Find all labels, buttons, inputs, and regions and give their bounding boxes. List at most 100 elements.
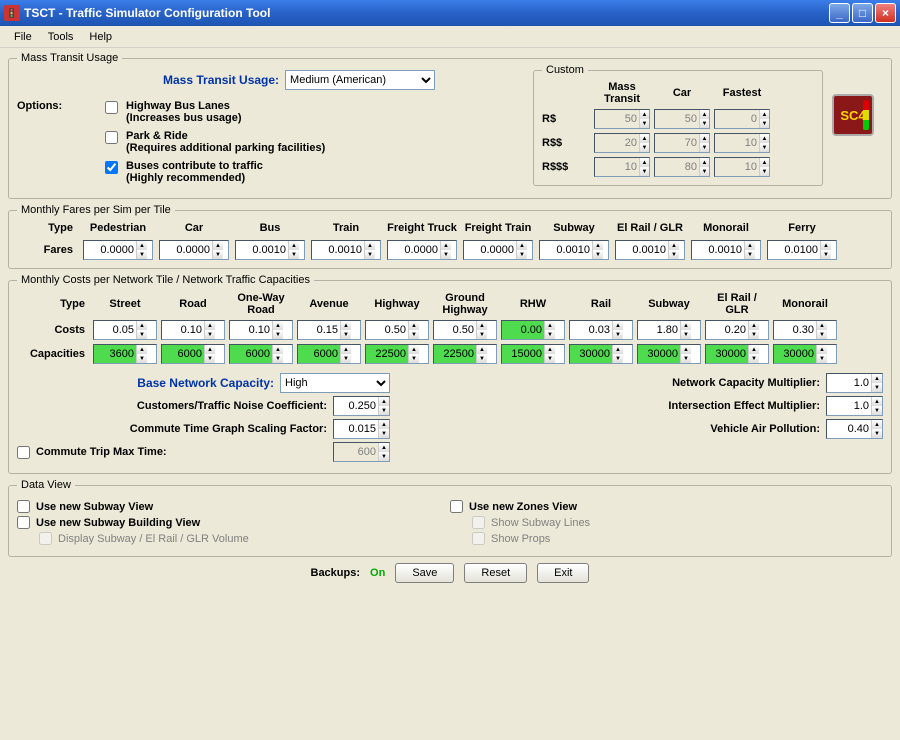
cb-highway-bus-lanes[interactable] (105, 101, 118, 114)
cap-val-2[interactable]: ▲▼ (229, 344, 293, 364)
fares-val-3[interactable]: ▲▼ (311, 240, 381, 260)
cb-dv-a[interactable] (17, 500, 30, 513)
costs-type: Type (17, 298, 89, 310)
custom-hdr-fast: Fastest (714, 87, 770, 99)
fares-hdr-1: Car (159, 222, 229, 234)
custom-b1[interactable]: ▲▼ (594, 133, 650, 153)
cap-val-0[interactable]: ▲▼ (93, 344, 157, 364)
dv-b: Use new Subway Building View (36, 517, 200, 529)
dv-e: Show Subway Lines (491, 517, 590, 529)
menubar: File Tools Help (0, 26, 900, 48)
fares-hdr-0: Pedestrian (83, 222, 153, 234)
p4-input[interactable]: ▲▼ (826, 373, 883, 393)
opt1-label: Highway Bus Lanes (126, 100, 242, 112)
cb-park-ride[interactable] (105, 131, 118, 144)
custom-b2[interactable]: ▲▼ (654, 133, 710, 153)
fares-val-0[interactable]: ▲▼ (83, 240, 153, 260)
opt1-sub: (Increases bus usage) (126, 112, 242, 124)
cap-val-5[interactable]: ▲▼ (433, 344, 497, 364)
opt2-sub: (Requires additional parking facilities) (126, 142, 325, 154)
custom-c1[interactable]: ▲▼ (594, 157, 650, 177)
cap-val-8[interactable]: ▲▼ (637, 344, 701, 364)
p3-input[interactable]: ▲▼ (333, 442, 390, 462)
p1-label: Customers/Traffic Noise Coefficient: (17, 400, 327, 412)
cap-val-9[interactable]: ▲▼ (705, 344, 769, 364)
dv-c: Display Subway / El Rail / GLR Volume (58, 533, 249, 545)
costs-hdr-7: Rail (569, 298, 633, 310)
costs-hdr-6: RHW (501, 298, 565, 310)
custom-a1[interactable]: ▲▼ (594, 109, 650, 129)
save-button[interactable]: Save (395, 563, 454, 583)
fares-val-5[interactable]: ▲▼ (463, 240, 533, 260)
custom-group: Custom Mass Transit Car Fastest R$ ▲▼ ▲▼… (533, 70, 823, 186)
p5-label: Intersection Effect Multiplier: (450, 400, 820, 412)
custom-a2[interactable]: ▲▼ (654, 109, 710, 129)
cb-dv-d[interactable] (450, 500, 463, 513)
sc4-logo: SC4 (832, 94, 874, 136)
fares-hdr-6: Subway (539, 222, 609, 234)
maximize-button[interactable]: □ (852, 3, 873, 23)
cap-val-1[interactable]: ▲▼ (161, 344, 225, 364)
backups-label: Backups: (311, 567, 361, 579)
cost-val-5[interactable]: ▲▼ (433, 320, 497, 340)
group-dataview: Data View Use new Subway View Use new Su… (8, 479, 892, 557)
titlebar: 🚦 TSCT - Traffic Simulator Configuration… (0, 0, 900, 26)
reset-button[interactable]: Reset (464, 563, 527, 583)
cost-val-0[interactable]: ▲▼ (93, 320, 157, 340)
cap-val-3[interactable]: ▲▼ (297, 344, 361, 364)
menu-help[interactable]: Help (81, 29, 120, 45)
fares-val-4[interactable]: ▲▼ (387, 240, 457, 260)
minimize-button[interactable]: _ (829, 3, 850, 23)
cost-val-8[interactable]: ▲▼ (637, 320, 701, 340)
fares-val-8[interactable]: ▲▼ (691, 240, 761, 260)
group-costs: Monthly Costs per Network Tile / Network… (8, 274, 892, 474)
cost-val-3[interactable]: ▲▼ (297, 320, 361, 340)
cap-val-6[interactable]: ▲▼ (501, 344, 565, 364)
cb-buses-traffic[interactable] (105, 161, 118, 174)
exit-button[interactable]: Exit (537, 563, 589, 583)
p5-input[interactable]: ▲▼ (826, 396, 883, 416)
fares-val-1[interactable]: ▲▼ (159, 240, 229, 260)
cb-commute-max[interactable] (17, 446, 30, 459)
fares-hdr-2: Bus (235, 222, 305, 234)
mtu-select[interactable]: Medium (American) (285, 70, 435, 90)
cost-val-7[interactable]: ▲▼ (569, 320, 633, 340)
cap-val-4[interactable]: ▲▼ (365, 344, 429, 364)
p2-input[interactable]: ▲▼ (333, 419, 390, 439)
fares-val-9[interactable]: ▲▼ (767, 240, 837, 260)
fares-hdr-5: Freight Train (463, 222, 533, 234)
cost-val-10[interactable]: ▲▼ (773, 320, 837, 340)
custom-title: Custom (542, 64, 588, 76)
cap-val-7[interactable]: ▲▼ (569, 344, 633, 364)
menu-tools[interactable]: Tools (40, 29, 82, 45)
backups-status: On (370, 567, 385, 579)
cb-dv-c (39, 532, 52, 545)
cost-val-2[interactable]: ▲▼ (229, 320, 293, 340)
cost-val-1[interactable]: ▲▼ (161, 320, 225, 340)
costs-hdr-4: Highway (365, 298, 429, 310)
costs-hdr-2: One-Way Road (229, 292, 293, 316)
legend-costs: Monthly Costs per Network Tile / Network… (17, 274, 314, 286)
bnc-select[interactable]: High (280, 373, 390, 393)
menu-file[interactable]: File (6, 29, 40, 45)
custom-a3[interactable]: ▲▼ (714, 109, 770, 129)
custom-b3[interactable]: ▲▼ (714, 133, 770, 153)
opt3-sub: (Highly recommended) (126, 172, 263, 184)
cap-val-10[interactable]: ▲▼ (773, 344, 837, 364)
custom-c3[interactable]: ▲▼ (714, 157, 770, 177)
p6-input[interactable]: ▲▼ (826, 419, 883, 439)
fares-val-7[interactable]: ▲▼ (615, 240, 685, 260)
cb-dv-b[interactable] (17, 516, 30, 529)
fares-val-6[interactable]: ▲▼ (539, 240, 609, 260)
fares-val-2[interactable]: ▲▼ (235, 240, 305, 260)
cost-val-6[interactable]: ▲▼ (501, 320, 565, 340)
cost-val-4[interactable]: ▲▼ (365, 320, 429, 340)
close-button[interactable]: × (875, 3, 896, 23)
app-icon: 🚦 (4, 5, 20, 21)
p1-input[interactable]: ▲▼ (333, 396, 390, 416)
custom-c2[interactable]: ▲▼ (654, 157, 710, 177)
costs-hdr-0: Street (93, 298, 157, 310)
cost-val-9[interactable]: ▲▼ (705, 320, 769, 340)
p6-label: Vehicle Air Pollution: (450, 423, 820, 435)
custom-r1: R$ (542, 113, 590, 125)
